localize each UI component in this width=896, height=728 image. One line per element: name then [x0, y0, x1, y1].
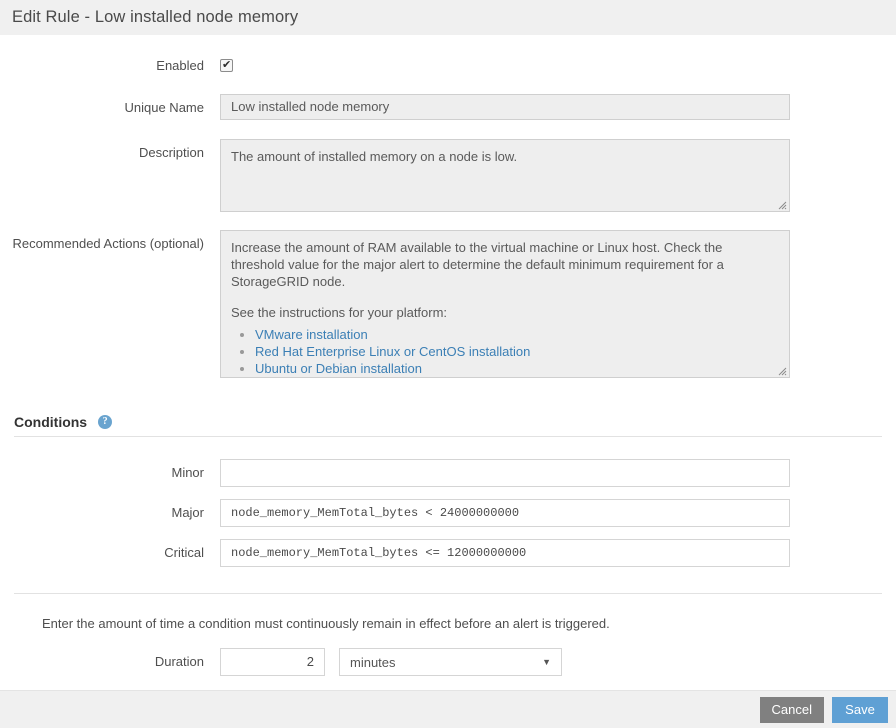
duration-value-input[interactable]: 2	[220, 648, 325, 676]
conditions-section: Conditions ?	[0, 414, 896, 437]
duration-help-text: Enter the amount of time a condition mus…	[42, 616, 896, 631]
enabled-checkbox[interactable]: ✔	[220, 59, 233, 72]
description-control: The amount of installed memory on a node…	[220, 139, 896, 212]
unique-name-control: Low installed node memory	[220, 94, 896, 120]
cancel-button[interactable]: Cancel	[760, 697, 824, 723]
recommended-actions-control: Increase the amount of RAM available to …	[220, 230, 896, 378]
link-rhel-centos-installation[interactable]: Red Hat Enterprise Linux or CentOS insta…	[255, 344, 530, 359]
form-row-description: Description The amount of installed memo…	[0, 139, 896, 212]
critical-control: node_memory_MemTotal_bytes <= 1200000000…	[220, 539, 896, 567]
duration-unit-value: minutes	[350, 655, 396, 670]
critical-label: Critical	[0, 539, 220, 561]
help-icon[interactable]: ?	[98, 415, 112, 429]
page-title: Edit Rule - Low installed node memory	[12, 8, 298, 27]
chevron-down-icon: ▼	[542, 658, 551, 667]
dialog-header: Edit Rule - Low installed node memory	[0, 0, 896, 35]
checkmark-icon: ✔	[222, 61, 231, 70]
recommended-actions-editor[interactable]: Increase the amount of RAM available to …	[220, 230, 790, 378]
form-row-recommended-actions: Recommended Actions (optional) Increase …	[0, 230, 896, 378]
dialog-footer: Cancel Save	[0, 690, 896, 728]
enabled-control: ✔	[220, 57, 896, 72]
major-control: node_memory_MemTotal_bytes < 24000000000	[220, 499, 896, 527]
platform-links-list: VMware installation Red Hat Enterprise L…	[231, 326, 779, 377]
link-vmware-installation[interactable]: VMware installation	[255, 327, 368, 342]
unique-name-input[interactable]: Low installed node memory	[220, 94, 790, 120]
recommended-actions-paragraph: Increase the amount of RAM available to …	[231, 239, 779, 290]
conditions-title: Conditions	[14, 414, 87, 430]
link-ubuntu-debian-installation[interactable]: Ubuntu or Debian installation	[255, 361, 422, 376]
minor-condition-input[interactable]	[220, 459, 790, 487]
edit-rule-form: Enabled ✔ Unique Name Low installed node…	[0, 57, 896, 676]
form-row-unique-name: Unique Name Low installed node memory	[0, 94, 896, 120]
minor-control	[220, 459, 896, 487]
recommended-actions-intro: See the instructions for your platform:	[231, 304, 779, 321]
list-item: Red Hat Enterprise Linux or CentOS insta…	[255, 343, 779, 360]
enabled-label: Enabled	[0, 57, 220, 74]
form-row-enabled: Enabled ✔	[0, 57, 896, 74]
conditions-header: Conditions ?	[14, 414, 882, 437]
conditions-rows: Minor Major node_memory_MemTotal_bytes <…	[0, 459, 896, 567]
description-label: Description	[0, 139, 220, 161]
unique-name-label: Unique Name	[0, 94, 220, 116]
form-row-minor: Minor	[0, 459, 896, 487]
duration-control: 2 minutes ▼	[220, 648, 896, 676]
description-textarea[interactable]: The amount of installed memory on a node…	[220, 139, 790, 212]
form-row-major: Major node_memory_MemTotal_bytes < 24000…	[0, 499, 896, 527]
major-condition-input[interactable]: node_memory_MemTotal_bytes < 24000000000	[220, 499, 790, 527]
minor-label: Minor	[0, 459, 220, 481]
duration-label: Duration	[0, 654, 220, 670]
description-text: The amount of installed memory on a node…	[231, 149, 517, 164]
major-label: Major	[0, 499, 220, 521]
resize-handle-icon[interactable]	[776, 199, 787, 210]
critical-condition-input[interactable]: node_memory_MemTotal_bytes <= 1200000000…	[220, 539, 790, 567]
duration-divider	[14, 593, 882, 594]
duration-unit-select[interactable]: minutes ▼	[339, 648, 562, 676]
list-item: VMware installation	[255, 326, 779, 343]
recommended-actions-label: Recommended Actions (optional)	[0, 230, 220, 252]
form-row-critical: Critical node_memory_MemTotal_bytes <= 1…	[0, 539, 896, 567]
list-item: Ubuntu or Debian installation	[255, 360, 779, 377]
save-button[interactable]: Save	[832, 697, 888, 723]
form-row-duration: Duration 2 minutes ▼	[0, 648, 896, 676]
